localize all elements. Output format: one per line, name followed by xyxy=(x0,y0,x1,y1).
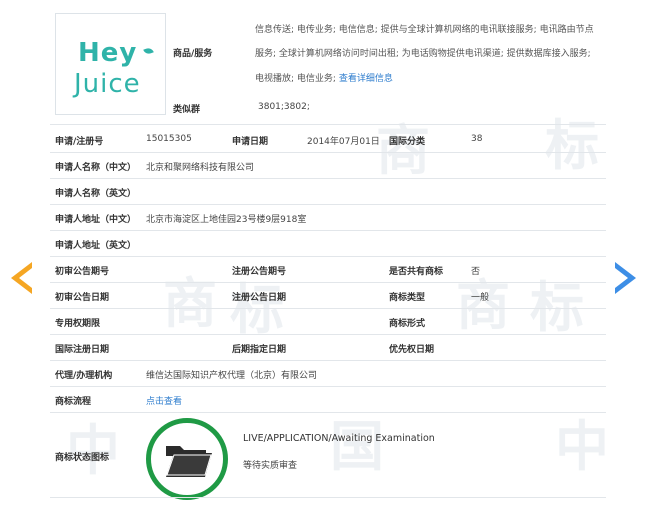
trademark-logo: Hey Juice xyxy=(55,13,166,115)
intl-class-label: 国际分类 xyxy=(389,137,426,147)
watermark-guo: 国 xyxy=(330,415,384,478)
logo-text-hey: Hey xyxy=(78,38,138,68)
status-text-cn: 等待实质审查 xyxy=(243,461,298,471)
divider xyxy=(50,178,606,179)
exclusive-period-label: 专用权期限 xyxy=(55,319,101,329)
address-cn-value: 北京市海淀区上地佳园23号楼9层918室 xyxy=(146,215,307,225)
divider xyxy=(50,204,606,205)
divider xyxy=(50,497,606,498)
reg-no-value: 15015305 xyxy=(146,134,192,144)
leaf-icon xyxy=(143,46,154,56)
divider xyxy=(50,256,606,257)
reg-no-label: 申请/注册号 xyxy=(55,137,104,147)
arrow-right-icon[interactable] xyxy=(615,262,636,294)
divider xyxy=(50,282,606,283)
later-designation-date-label: 后期指定日期 xyxy=(232,345,287,355)
folder-icon xyxy=(166,446,212,477)
watermark-shang-3: 商 xyxy=(456,274,510,337)
arrow-left-icon[interactable] xyxy=(11,262,32,294)
applicant-cn-value: 北京和聚网络科技有限公司 xyxy=(146,163,255,173)
reg-pub-date-label: 注册公告日期 xyxy=(232,293,287,303)
divider xyxy=(50,152,606,153)
agent-label: 代理/办理机构 xyxy=(55,371,113,381)
divider xyxy=(50,412,606,413)
goods-services-label: 商品/服务 xyxy=(173,49,213,59)
status-icon-ring xyxy=(146,418,228,500)
shared-mark-label: 是否共有商标 xyxy=(389,267,444,277)
apply-date-label: 申请日期 xyxy=(232,137,269,147)
goods-services-line-3: 电视播放; 电信业务; 查看详细信息 xyxy=(255,71,393,84)
status-text-en: LIVE/APPLICATION/Awaiting Examination xyxy=(243,433,435,444)
applicant-en-label: 申请人名称（英文） xyxy=(55,189,137,199)
view-flow-link[interactable]: 点击查看 xyxy=(146,394,182,407)
goods-services-line-1: 信息传送; 电传业务; 电信信息; 提供与全球计算机网络的电讯联接服务; 电讯路… xyxy=(255,25,594,35)
watermark-shang-2: 商 xyxy=(163,272,217,335)
mark-type-value: 一般 xyxy=(471,293,490,303)
divider xyxy=(50,360,606,361)
watermark-shang: 商 xyxy=(376,119,430,182)
shared-mark-value: 否 xyxy=(471,267,481,277)
goods-services-line-3-text: 电视播放; 电信业务; xyxy=(255,74,336,84)
applicant-cn-label: 申请人名称（中文） xyxy=(55,163,137,173)
divider xyxy=(50,386,606,387)
intl-class-value: 38 xyxy=(471,134,483,144)
reg-pub-no-label: 注册公告期号 xyxy=(232,267,287,277)
agent-value: 维信达国际知识产权代理（北京）有限公司 xyxy=(146,371,318,381)
divider xyxy=(50,308,606,309)
similar-group-label: 类似群 xyxy=(173,105,201,115)
view-details-link[interactable]: 查看详细信息 xyxy=(339,74,393,84)
apply-date-value: 2014年07月01日 xyxy=(307,137,380,147)
intl-reg-date-label: 国际注册日期 xyxy=(55,345,110,355)
mark-flow-label: 商标流程 xyxy=(55,397,92,407)
prelim-pub-date-label: 初审公告日期 xyxy=(55,293,110,303)
mark-type-label: 商标类型 xyxy=(389,293,426,303)
mark-form-label: 商标形式 xyxy=(389,319,426,329)
divider xyxy=(50,334,606,335)
goods-services-line-2: 服务; 全球计算机网络访问时间出租; 为电话购物提供电讯渠道; 提供数据库接入服… xyxy=(255,49,591,59)
watermark-zhong-2: 中 xyxy=(555,415,609,478)
address-cn-label: 申请人地址（中文） xyxy=(55,215,137,225)
priority-date-label: 优先权日期 xyxy=(389,345,435,355)
logo-text-juice: Juice xyxy=(74,69,141,99)
similar-group-value: 3801;3802; xyxy=(258,102,310,112)
divider xyxy=(50,124,606,125)
watermark-biao: 标 xyxy=(545,114,599,177)
prelim-pub-no-label: 初审公告期号 xyxy=(55,267,110,277)
address-en-label: 申请人地址（英文） xyxy=(55,241,137,251)
divider xyxy=(50,230,606,231)
status-icon-label: 商标状态图标 xyxy=(55,453,110,463)
